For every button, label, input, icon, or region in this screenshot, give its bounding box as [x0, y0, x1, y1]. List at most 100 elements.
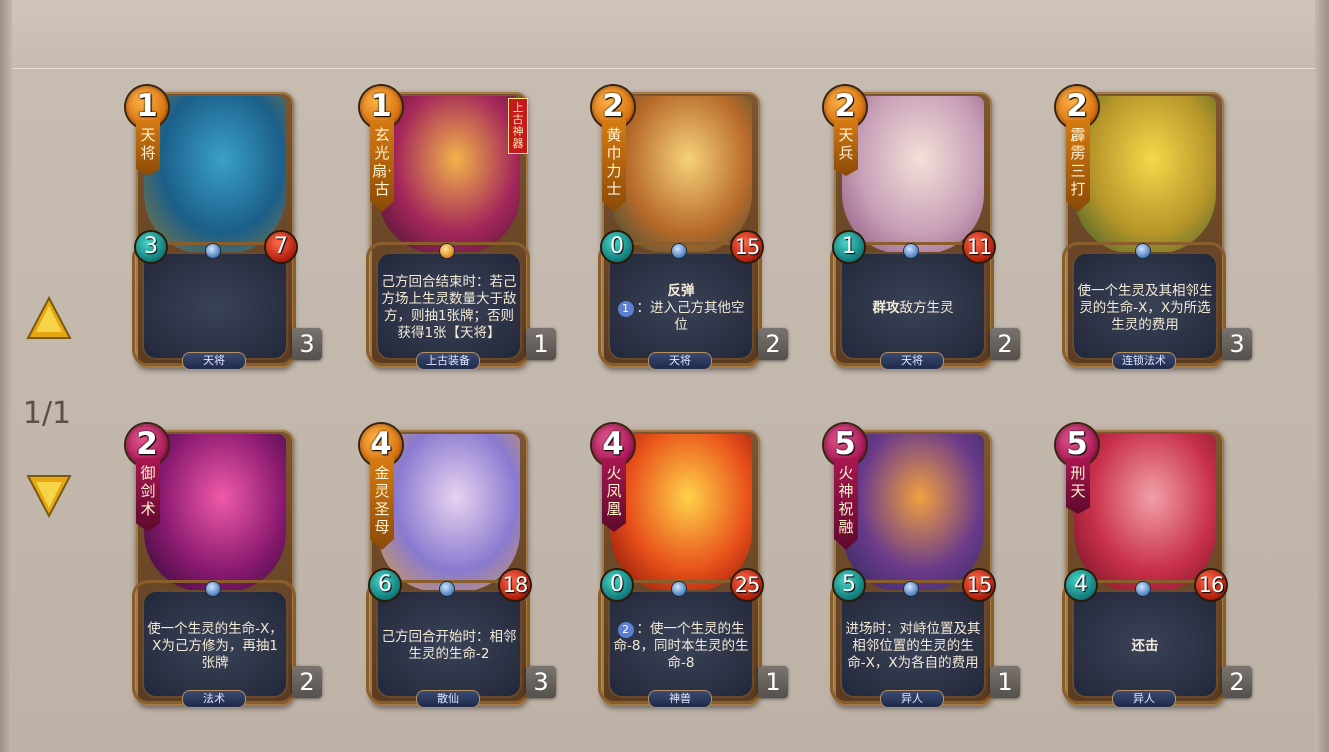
number-badge-icon: 1 — [617, 300, 634, 317]
health-stat: 25 — [732, 570, 762, 600]
card-description: 己方回合结束时：若己方场上生灵数量大于敌方，则抽1张牌；否则获得1张【天将】 — [380, 270, 518, 346]
card-artwork — [378, 434, 520, 592]
page-down-button[interactable] — [26, 474, 72, 518]
card-artwork — [610, 434, 752, 592]
card-type: 连锁法术 — [1112, 352, 1176, 370]
rarity-gem-icon — [904, 244, 918, 258]
card-type: 异人 — [880, 690, 944, 708]
card-name: 天将 — [136, 120, 160, 176]
card-count: 2 — [758, 328, 788, 360]
card-name: 刑天 — [1066, 458, 1090, 514]
card-type: 神兽 — [648, 690, 712, 708]
rarity-gem-icon — [206, 244, 220, 258]
card-count: 2 — [990, 328, 1020, 360]
card-type: 散仙 — [416, 690, 480, 708]
right-frame-edge — [1315, 0, 1329, 752]
page-up-button[interactable] — [26, 296, 72, 340]
card-count: 3 — [526, 666, 556, 698]
card-type: 上古装备 — [416, 352, 480, 370]
health-stat: 15 — [964, 570, 994, 600]
card-artwork — [1074, 434, 1216, 592]
rarity-gem-icon — [1136, 244, 1150, 258]
description-text: 敌方生灵 — [899, 299, 954, 316]
attack-stat: 4 — [1066, 570, 1096, 600]
rarity-gem-icon — [672, 244, 686, 258]
card-name: 霹雳三打 — [1066, 120, 1090, 212]
card[interactable]: 2 霹雳三打 使一个生灵及其相邻生灵的生命-X，X为所选生灵的费用 连锁法术 3 — [1056, 86, 1252, 372]
rarity-gem-icon — [672, 582, 686, 596]
page-indicator: 1/1 — [22, 396, 72, 431]
health-stat: 15 — [732, 232, 762, 262]
card-type: 天将 — [182, 352, 246, 370]
attack-stat: 5 — [834, 570, 864, 600]
rarity-gem-icon — [1136, 582, 1150, 596]
card[interactable]: 4 金灵圣母 6 18 己方回合开始时：相邻生灵的生命-2 散仙 3 — [360, 424, 556, 710]
card-name: 火凤凰 — [602, 458, 626, 532]
description-text: 己方回合结束时：若己方场上生灵数量大于敌方，则抽1张牌；否则获得1张【天将】 — [381, 274, 517, 341]
card-count: 2 — [292, 666, 322, 698]
card[interactable]: 1 玄光扇·古 上古神器己方回合结束时：若己方场上生灵数量大于敌方，则抽1张牌；否则… — [360, 86, 556, 372]
rarity-gem-icon — [440, 582, 454, 596]
triangle-up-icon — [26, 296, 72, 339]
artifact-tag: 上古神器 — [508, 98, 528, 154]
top-frame — [0, 0, 1329, 69]
description-text: 进场时：对峙位置及其相邻位置的生灵的生命-X，X为各自的费用 — [845, 620, 981, 671]
card-artwork — [842, 96, 984, 254]
attack-stat: 1 — [834, 232, 864, 262]
triangle-down-icon — [26, 475, 72, 518]
card-artwork — [1074, 96, 1216, 254]
attack-stat: 6 — [370, 570, 400, 600]
description-text: 己方回合开始时：相邻生灵的生命-2 — [381, 629, 517, 662]
card-count: 3 — [292, 328, 322, 360]
card-artwork — [610, 96, 752, 254]
card[interactable]: 4 火凤凰 0 25 2 ：使一个生灵的生命-8，同时本生灵的生命-8 神兽 1 — [592, 424, 788, 710]
card[interactable]: 5 火神祝融 5 15 进场时：对峙位置及其相邻位置的生灵的生命-X，X为各自的费用 异人… — [824, 424, 1020, 710]
card-description — [146, 270, 284, 346]
card-type: 天将 — [880, 352, 944, 370]
card-count: 2 — [1222, 666, 1252, 698]
card-description: 反弹 1 ：进入己方其他空位 — [612, 270, 750, 346]
card[interactable]: 1 天将 3 7 天将 3 — [126, 86, 322, 372]
card[interactable]: 5 刑天 4 16 还击 异人 2 — [1056, 424, 1252, 710]
card-type: 天将 — [648, 352, 712, 370]
card-count: 1 — [990, 666, 1020, 698]
attack-stat: 0 — [602, 570, 632, 600]
card[interactable]: 2 御剑术 使一个生灵的生命-X，X为己方修为，再抽1张牌 法术 2 — [126, 424, 322, 710]
card-artwork — [144, 434, 286, 592]
card-count: 1 — [758, 666, 788, 698]
number-badge-icon: 2 — [617, 621, 634, 638]
card-artwork — [842, 434, 984, 592]
card-artwork — [378, 96, 520, 254]
card-name: 火神祝融 — [834, 458, 858, 550]
rarity-gem-icon — [206, 582, 220, 596]
card-description: 还击 — [1076, 608, 1214, 684]
health-stat: 16 — [1196, 570, 1226, 600]
left-frame-edge — [0, 0, 12, 752]
description-text: 使一个生灵及其相邻生灵的生命-X，X为所选生灵的费用 — [1077, 282, 1213, 333]
card-name: 天兵 — [834, 120, 858, 176]
card-name: 黄巾力士 — [602, 120, 626, 212]
card[interactable]: 2 天兵 1 11 群攻敌方生灵 天将 2 — [824, 86, 1020, 372]
keyword: 反弹 — [667, 282, 695, 299]
keyword: 群攻 — [872, 299, 900, 316]
card-description: 2 ：使一个生灵的生命-8，同时本生灵的生命-8 — [612, 608, 750, 684]
attack-stat: 0 — [602, 232, 632, 262]
card-name: 御剑术 — [136, 458, 160, 532]
keyword: 还击 — [1131, 637, 1159, 654]
rarity-gem-icon — [440, 244, 454, 258]
card-name: 玄光扇·古 — [370, 120, 394, 212]
card[interactable]: 2 黄巾力士 0 15 反弹 1 ：进入己方其他空位 天将 2 — [592, 86, 788, 372]
description-text: ：使一个生灵的生命-8，同时本生灵的生命-8 — [613, 620, 749, 671]
health-stat: 7 — [266, 232, 296, 262]
description-text: 使一个生灵的生命-X，X为己方修为，再抽1张牌 — [147, 620, 283, 671]
health-stat: 18 — [500, 570, 530, 600]
card-description: 己方回合开始时：相邻生灵的生命-2 — [380, 608, 518, 684]
description-text: ：进入己方其他空位 — [636, 299, 745, 333]
card-type: 法术 — [182, 690, 246, 708]
card-artwork — [144, 96, 286, 254]
health-stat: 11 — [964, 232, 994, 262]
attack-stat: 3 — [136, 232, 166, 262]
card-description: 使一个生灵及其相邻生灵的生命-X，X为所选生灵的费用 — [1076, 270, 1214, 346]
card-count: 3 — [1222, 328, 1252, 360]
card-count: 1 — [526, 328, 556, 360]
